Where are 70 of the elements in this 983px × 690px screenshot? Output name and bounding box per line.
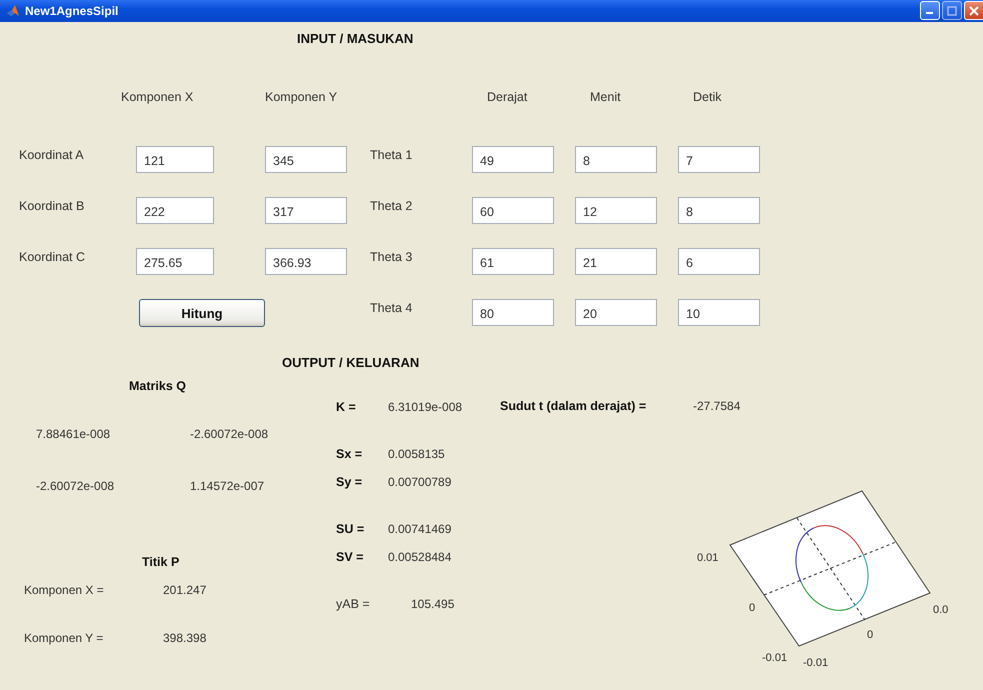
input-field[interactable]: 275.65 (136, 248, 214, 275)
close-button[interactable] (964, 1, 983, 20)
input-field[interactable]: 317 (265, 197, 347, 224)
result-value: 0.0058135 (388, 447, 445, 461)
column-header: Komponen Y (265, 90, 338, 106)
row-label: Theta 4 (370, 300, 414, 315)
tick-label: 0 (749, 602, 756, 614)
result-value: 398.398 (163, 631, 206, 645)
result-label: Komponen Y = (24, 631, 104, 645)
input-field[interactable]: 8 (678, 197, 760, 224)
result-label: Sy = (336, 475, 364, 489)
tick-label: 0.01 (697, 552, 718, 564)
input-field[interactable]: 6 (678, 248, 760, 275)
result-value: 201.247 (163, 583, 206, 597)
result-value: 6.31019e-008 (388, 400, 462, 414)
app-icon (6, 4, 20, 18)
tick-label: -0.01 (762, 652, 788, 664)
row-label: Koordinat C (19, 249, 86, 264)
input-field[interactable]: 21 (575, 248, 657, 275)
row-label: Theta 2 (370, 198, 414, 213)
input-field[interactable]: 8 (575, 146, 657, 173)
column-header: Komponen X (120, 90, 194, 106)
input-field[interactable]: 80 (472, 299, 554, 326)
input-field[interactable]: 20 (575, 299, 657, 326)
column-header: Detik (692, 90, 722, 106)
tick-label: -0.01 (803, 657, 828, 669)
input-field[interactable]: 12 (575, 197, 657, 224)
result-label: Komponen X = (24, 583, 105, 597)
tick-label: 0.0 (933, 604, 948, 616)
maximize-button[interactable] (942, 1, 962, 20)
result-label: Sx = (336, 447, 364, 461)
result-value: 0.00741469 (388, 522, 452, 536)
section-heading: INPUT / MASUKAN (297, 31, 414, 46)
subheading: Matriks Q (128, 379, 187, 393)
matrix-value: -2.60072e-008 (36, 479, 116, 493)
result-label: SV = (336, 550, 364, 564)
input-field[interactable]: 10 (678, 299, 760, 326)
input-field[interactable]: 121 (136, 146, 214, 173)
input-field[interactable]: 49 (472, 146, 554, 173)
result-value: 0.00528484 (388, 550, 452, 564)
input-field[interactable]: 366.93 (265, 248, 347, 275)
row-label: Koordinat B (19, 198, 86, 213)
calculate-button[interactable]: Hitung (139, 299, 265, 327)
matrix-value: 7.88461e-008 (36, 427, 112, 441)
matrix-value: 1.14572e-007 (190, 479, 266, 493)
section-heading: OUTPUT / KELUARAN (282, 355, 420, 370)
maximize-icon (947, 6, 957, 16)
result-label: yAB = (336, 597, 371, 611)
window-title: New1AgnesSipil (25, 4, 120, 18)
result-label: Sudut t (dalam derajat) = (500, 399, 648, 413)
result-label: SU = (336, 522, 366, 536)
input-field[interactable]: 61 (472, 248, 554, 275)
row-label: Koordinat A (19, 147, 85, 162)
result-label: K = (336, 400, 357, 414)
column-header: Derajat (486, 90, 528, 106)
input-field[interactable]: 60 (472, 197, 554, 224)
minimize-button[interactable] (920, 1, 940, 20)
result-value: -27.7584 (693, 399, 740, 413)
row-label: Theta 1 (370, 147, 414, 162)
column-header: Menit (589, 90, 622, 106)
input-field[interactable]: 7 (678, 146, 760, 173)
close-icon (969, 6, 979, 16)
row-label: Theta 3 (370, 249, 414, 264)
result-value: 0.00700789 (388, 475, 452, 489)
matrix-value: -2.60072e-008 (190, 427, 270, 441)
input-field[interactable]: 345 (265, 146, 347, 173)
subheading: Titik P (141, 555, 180, 569)
input-field[interactable]: 222 (136, 197, 214, 224)
result-value: 105.495 (411, 597, 454, 611)
tick-label: 0 (867, 629, 874, 641)
